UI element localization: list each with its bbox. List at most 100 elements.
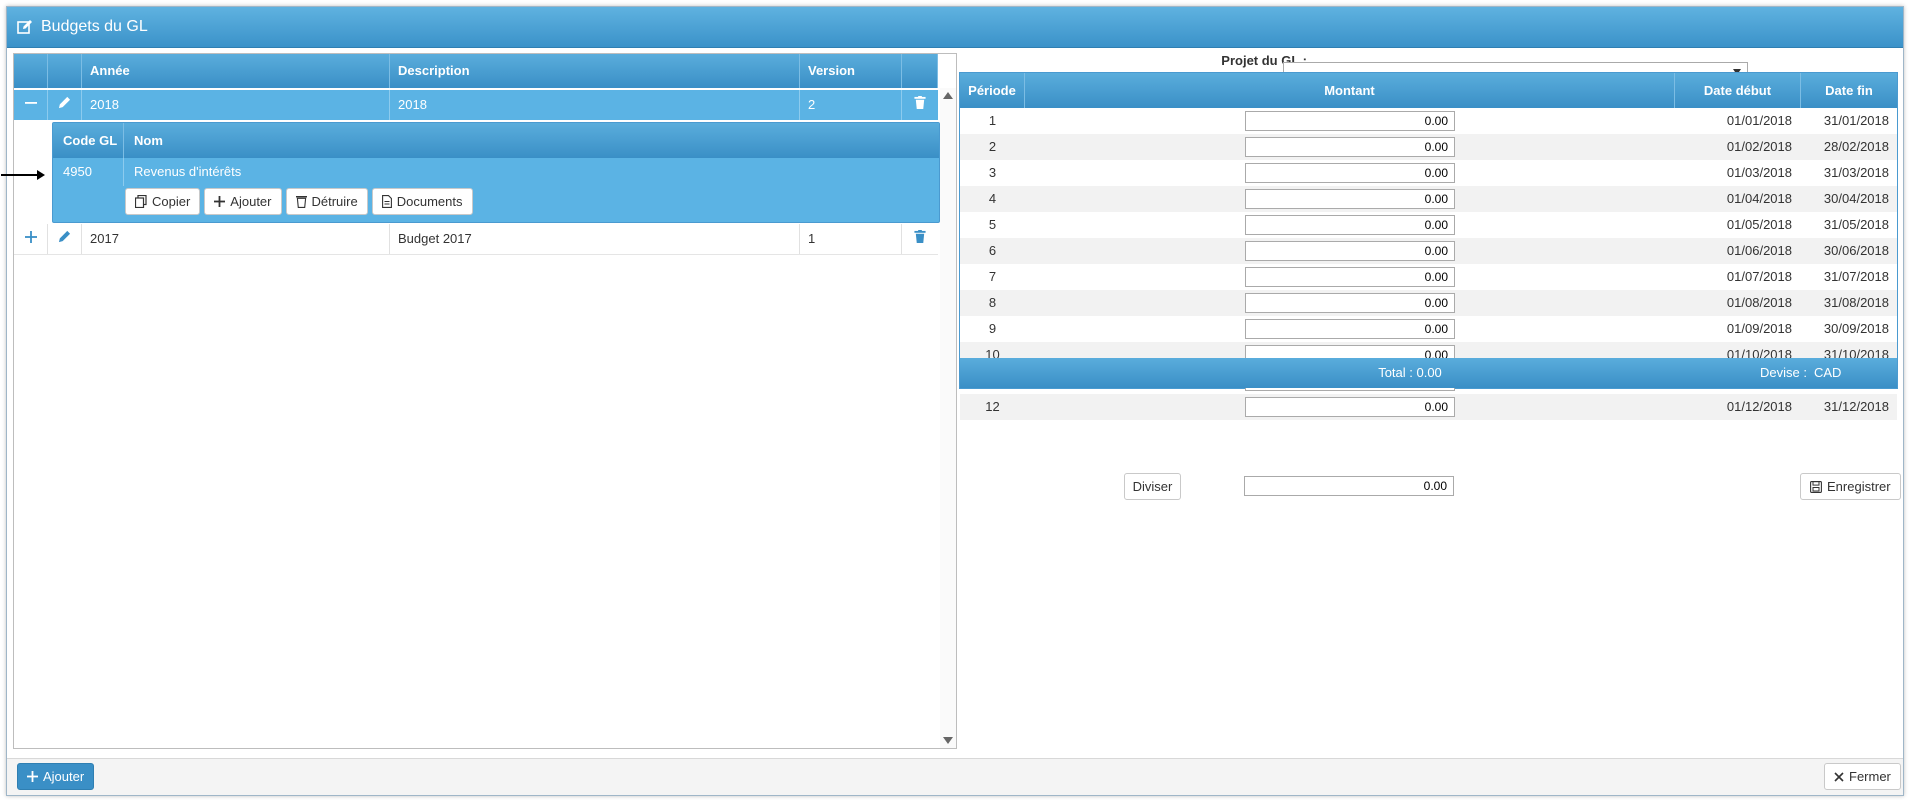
header-name[interactable]: Nom [124,123,939,158]
destroy-label: Détruire [311,194,358,209]
pencil-icon [58,96,71,109]
header-version[interactable]: Version [800,54,902,88]
cell-version: 1 [800,224,902,254]
document-icon [381,195,392,208]
cell-start-date: 01/06/2018 [1726,243,1792,258]
cell-description: 2018 [390,90,800,120]
amount-input[interactable] [1245,397,1455,417]
close-icon [1834,771,1844,782]
cell-description: Budget 2017 [390,224,800,254]
amount-input[interactable] [1245,319,1455,339]
edit-row-button[interactable] [48,224,82,254]
header-end-date[interactable]: Date fin [1801,73,1897,108]
budgets-window: Budgets du GL Année Description Version [1,6,1904,796]
add-detail-button[interactable]: Ajouter [204,188,282,215]
delete-row-button[interactable] [902,224,938,254]
scroll-down-icon[interactable] [943,737,953,744]
total-text: Total : 0.00 [1378,365,1442,380]
amount-input[interactable] [1245,137,1455,157]
cell-start-date: 01/04/2018 [1726,191,1792,206]
divide-amount-input[interactable] [1244,476,1454,496]
collapse-button[interactable] [14,90,48,120]
header-amount[interactable]: Montant [1025,73,1675,108]
cell-period: 8 [988,295,997,310]
cell-period: 6 [988,243,997,258]
expand-button[interactable] [14,224,48,254]
cell-period: 1 [988,113,997,128]
period-row: 5 01/05/2018 31/05/2018 [960,212,1897,238]
divide-button[interactable]: Diviser [1124,473,1181,500]
header-expand-col [14,54,48,88]
add-button[interactable]: Ajouter [17,763,95,790]
cell-end-date: 31/12/2018 [1823,399,1889,414]
header-start-date[interactable]: Date début [1675,73,1801,108]
period-row: 1 01/01/2018 31/01/2018 [960,108,1897,134]
close-label: Fermer [1849,769,1891,784]
amount-input[interactable] [1245,293,1455,313]
detail-row[interactable]: 4950 Revenus d'intérêts [53,158,939,186]
cell-period: 3 [988,165,997,180]
window-title: Budgets du GL [41,18,148,35]
detail-toolbar: Copier Ajouter Détruire Documents [125,188,473,216]
header-code-gl[interactable]: Code GL [53,123,124,158]
amount-input[interactable] [1245,189,1455,209]
amount-input[interactable] [1245,163,1455,183]
cell-end-date: 30/09/2018 [1823,321,1889,336]
copy-button[interactable]: Copier [125,188,201,215]
delete-row-button[interactable] [902,90,938,120]
trash-icon [295,196,307,208]
cell-start-date: 01/12/2018 [1726,399,1792,414]
table-row[interactable]: 2018 2018 2 [14,90,938,120]
header-description[interactable]: Description [390,54,800,88]
save-label: Enregistrer [1827,479,1891,494]
edit-row-button[interactable] [48,90,82,120]
cell-start-date: 01/07/2018 [1726,269,1792,284]
amount-input[interactable] [1245,241,1455,261]
trash-icon [914,230,926,243]
budget-grid-header: Année Description Version [14,54,938,88]
amount-input[interactable] [1245,267,1455,287]
minus-icon [24,102,37,104]
totals-bar: Total : 0.00 Devise : CAD [960,358,1897,388]
period-row: 7 01/07/2018 31/07/2018 [960,264,1897,290]
amount-input[interactable] [1245,111,1455,131]
title-bar: Budgets du GL [7,7,1903,48]
trash-icon [914,96,926,109]
cell-start-date: 01/01/2018 [1726,113,1792,128]
period-row: 8 01/08/2018 31/08/2018 [960,290,1897,316]
detail-grid: Code GL Nom 4950 Revenus d'intérêts Copi… [52,122,940,223]
close-button[interactable]: Fermer [1824,763,1901,790]
header-period[interactable]: Période [960,73,1025,108]
scroll-up-icon[interactable] [943,92,953,99]
header-delete-col [902,54,938,88]
cell-end-date: 31/05/2018 [1823,217,1889,232]
add-detail-label: Ajouter [230,194,272,209]
cell-period: 12 [985,399,1000,414]
period-row: 12 01/12/2018 31/12/2018 [960,394,1897,420]
vertical-scrollbar[interactable] [940,88,956,748]
cell-start-date: 01/09/2018 [1726,321,1792,336]
copy-label: Copier [152,194,191,209]
period-row: 3 01/03/2018 31/03/2018 [960,160,1897,186]
header-year[interactable]: Année [82,54,390,88]
detail-grid-header: Code GL Nom [53,123,939,158]
destroy-button[interactable]: Détruire [285,188,368,215]
period-row: 9 01/09/2018 30/09/2018 [960,316,1897,342]
cell-start-date: 01/03/2018 [1726,165,1792,180]
amount-input[interactable] [1245,215,1455,235]
budget-grid: Année Description Version 2018 2018 2 Co… [13,53,957,749]
table-row[interactable]: 2017 Budget 2017 1 [14,224,938,255]
documents-button[interactable]: Documents [371,188,473,215]
period-grid-header: Période Montant Date début Date fin [960,73,1897,108]
header-edit-col [48,54,82,88]
cell-code-gl: 4950 [53,158,124,186]
footer-bar: Ajouter Fermer [7,758,1903,795]
period-row: 4 01/04/2018 30/04/2018 [960,186,1897,212]
cell-end-date: 30/04/2018 [1823,191,1889,206]
save-button[interactable]: Enregistrer [1800,473,1901,500]
cell-period: 9 [988,321,997,336]
cell-year: 2017 [82,224,390,254]
cell-period: 2 [988,139,997,154]
period-row: 2 01/02/2018 28/02/2018 [960,134,1897,160]
period-grid: Période Montant Date début Date fin 1 01/… [959,72,1898,420]
